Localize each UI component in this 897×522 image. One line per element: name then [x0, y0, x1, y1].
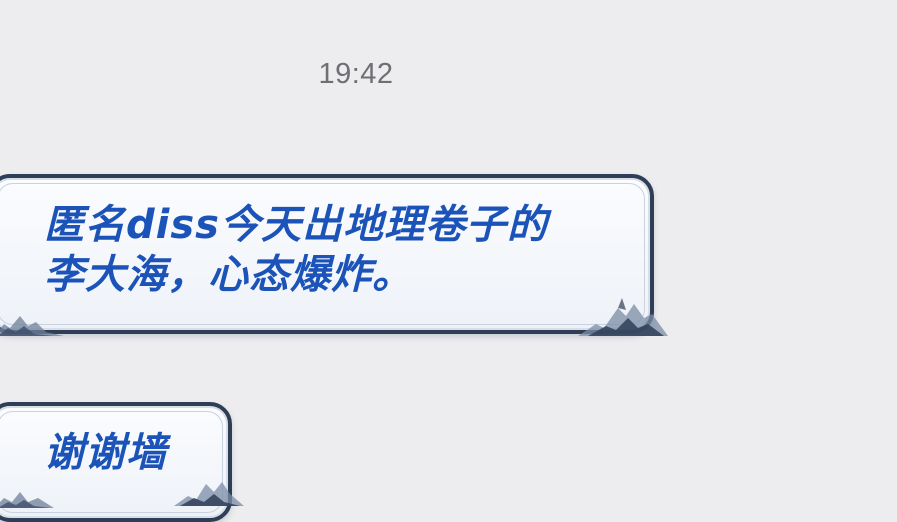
message-text-2: 谢谢墙: [44, 430, 167, 476]
message-bubble-1[interactable]: 匿名diss今天出地理卷子的 李大海，心态爆炸。: [0, 174, 668, 336]
mountain-decoration-icon: [0, 492, 54, 508]
message-bubble-2[interactable]: 谢谢墙: [0, 402, 244, 522]
message-timestamp: 19:42: [318, 58, 394, 90]
mountain-decoration-icon: [174, 482, 244, 506]
message-text-1: 匿名diss今天出地理卷子的 李大海，心态爆炸。: [44, 202, 548, 298]
mountain-decoration-icon: [0, 316, 64, 336]
